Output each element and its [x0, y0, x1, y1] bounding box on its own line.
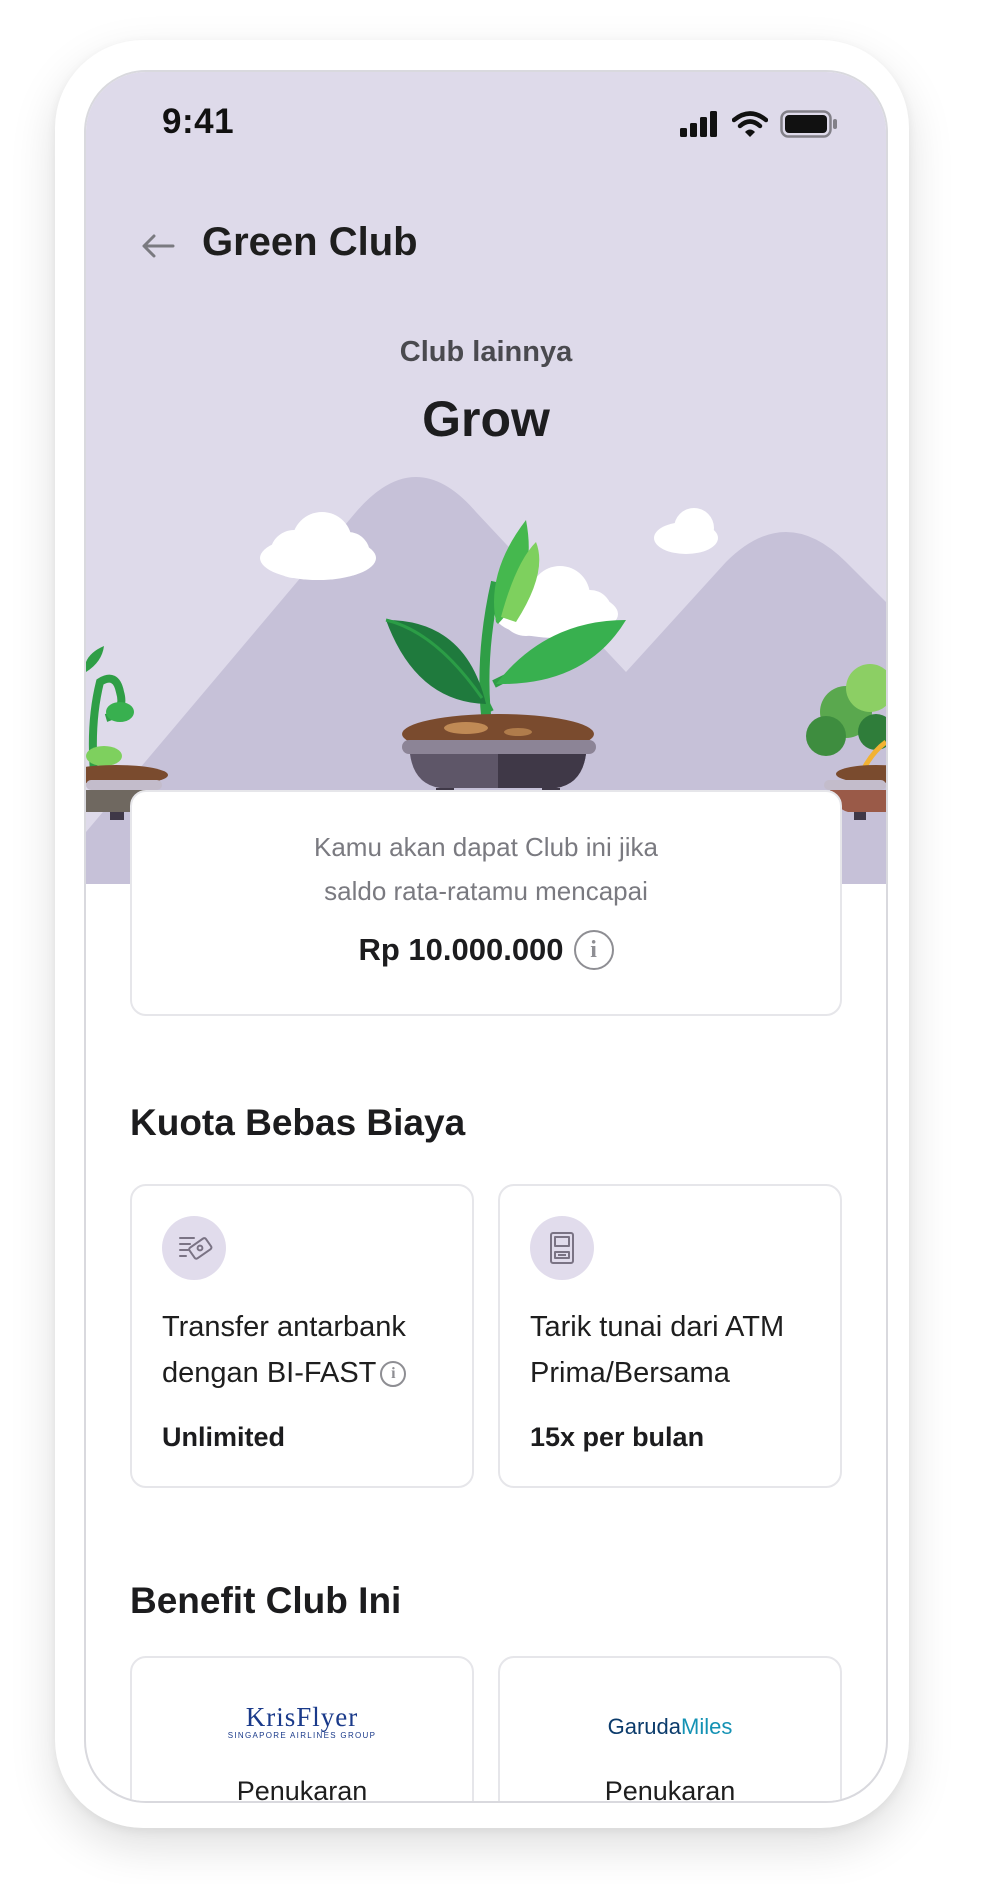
quota-card-transfer: Transfer antarbank dengan BI-FAST i Unlim…: [130, 1184, 474, 1488]
requirement-text-line2: saldo rata-ratamu mencapai: [324, 876, 648, 906]
hero-banner: 9:41 Green Club Club lainnya Grow: [86, 72, 886, 884]
quota-value: Unlimited: [162, 1422, 286, 1452]
hero-illustration: [86, 477, 886, 884]
page-title: Green Club: [202, 220, 418, 264]
benefit-card-krisflyer[interactable]: KrisFlyer SINGAPORE AIRLINES GROUP Penuk…: [130, 1656, 474, 1803]
wifi-icon: [732, 111, 768, 137]
info-icon[interactable]: i: [380, 1361, 407, 1388]
stage: 9:41 Green Club Club lainnya Grow Kamu a…: [0, 0, 981, 1884]
quota-label: Tarik tunai dari ATM Prima/Bersama: [530, 1311, 785, 1389]
benefit-label: Penukaran: [236, 1776, 368, 1803]
garudamiles-logo: GarudaMiles: [500, 1714, 840, 1740]
garudamiles-logo-part2: Miles: [681, 1714, 733, 1739]
signal-icon: [680, 111, 717, 137]
benefit-card-garudamiles[interactable]: GarudaMiles Penukaran: [498, 1656, 842, 1803]
info-icon[interactable]: i: [573, 930, 614, 970]
requirement-text-line1: Kamu akan dapat Club ini jika: [314, 832, 658, 862]
quota-section-title: Kuota Bebas Biaya: [130, 1102, 466, 1143]
krisflyer-logo-subtext: SINGAPORE AIRLINES GROUP: [227, 1731, 377, 1740]
quota-label-text: Transfer antarbank dengan BI-FAST: [162, 1311, 406, 1389]
phone-screen[interactable]: 9:41 Green Club Club lainnya Grow Kamu a…: [84, 70, 888, 1803]
quota-card-atm: Tarik tunai dari ATM Prima/Bersama 15x p…: [498, 1184, 842, 1488]
status-icons: [680, 110, 838, 138]
battery-icon: [780, 110, 837, 138]
arrow-left-icon: [142, 234, 175, 258]
benefit-label: Penukaran: [604, 1776, 736, 1803]
requirement-amount-row: Rp 10.000.000 i: [132, 930, 840, 970]
quota-label: Transfer antarbank dengan BI-FAST i: [162, 1304, 452, 1396]
hero-subtitle: Club lainnya: [399, 336, 573, 368]
transfer-icon: [162, 1216, 226, 1280]
krisflyer-logo-text: KrisFlyer: [245, 1702, 359, 1732]
quota-value: 15x per bulan: [530, 1422, 705, 1452]
status-time: 9:41: [162, 102, 235, 141]
garudamiles-logo-part1: Garuda: [607, 1714, 682, 1739]
requirement-amount: Rp 10.000.000: [358, 932, 564, 967]
benefit-section-title: Benefit Club Ini: [130, 1580, 402, 1621]
requirement-card: Kamu akan dapat Club ini jika saldo rata…: [130, 790, 842, 1016]
hero-club-name: Grow: [422, 391, 550, 447]
atm-icon: [530, 1216, 594, 1280]
back-button[interactable]: [136, 224, 180, 268]
krisflyer-logo: KrisFlyer SINGAPORE AIRLINES GROUP: [132, 1702, 472, 1740]
